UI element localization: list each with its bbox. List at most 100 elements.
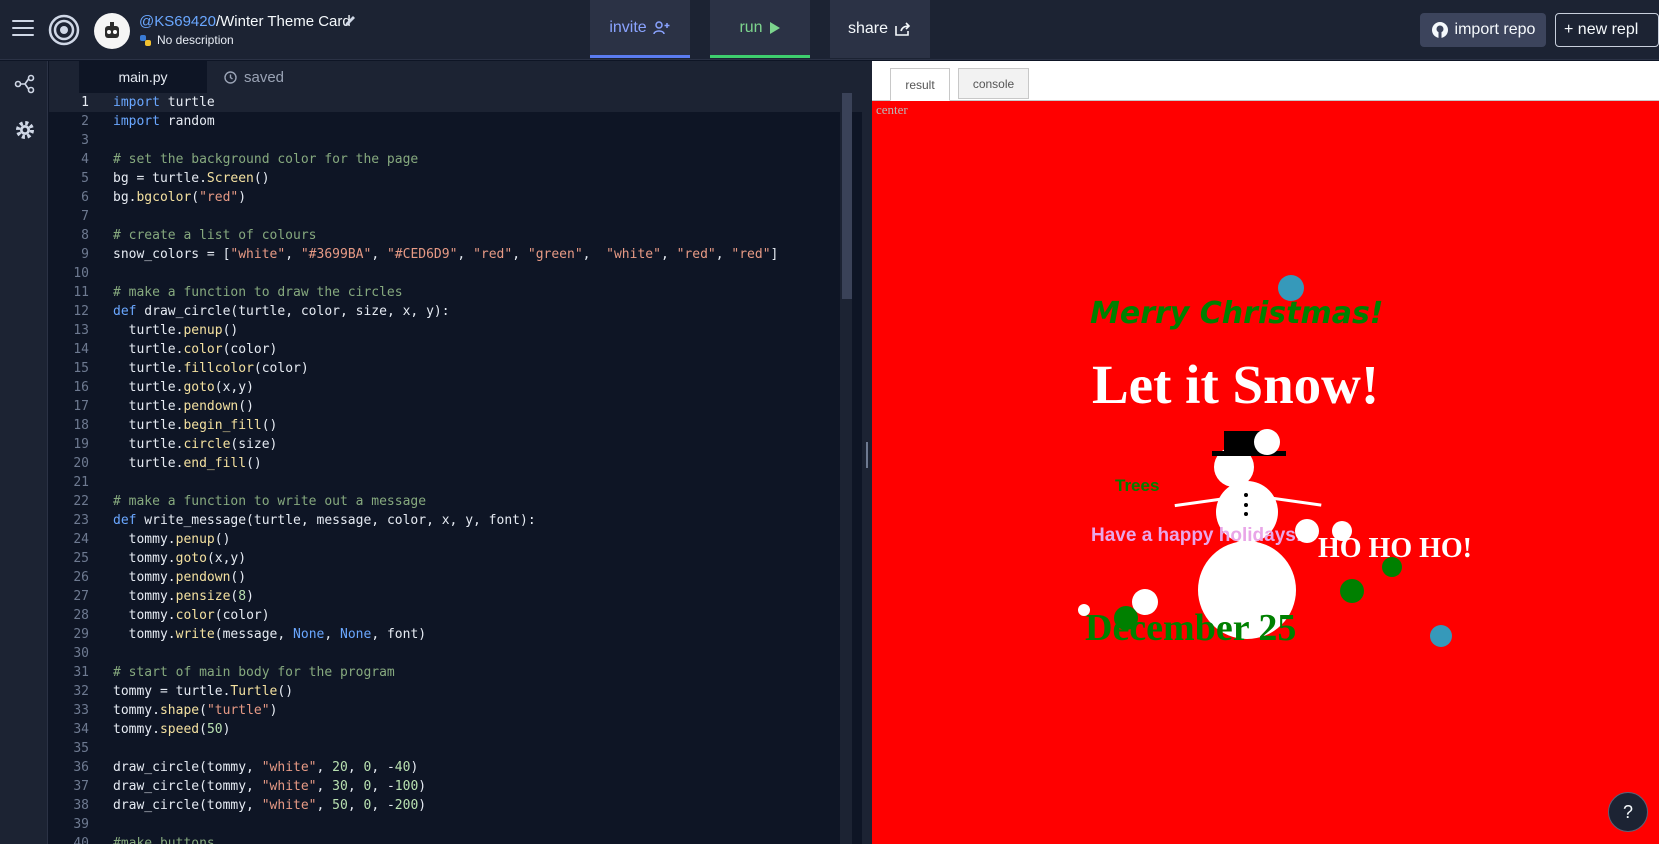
version-control-icon[interactable] bbox=[14, 73, 36, 95]
snowman-button bbox=[1244, 512, 1248, 516]
tab-main-py[interactable]: main.py bbox=[79, 61, 207, 93]
username-link[interactable]: @KS69420 bbox=[139, 13, 216, 30]
snowflake-green bbox=[1382, 557, 1402, 577]
description-text: No description bbox=[157, 33, 234, 47]
code-line[interactable]: 18 turtle.begin_fill() bbox=[49, 416, 862, 435]
replit-logo-icon[interactable] bbox=[48, 14, 80, 46]
code-line[interactable]: 9 snow_colors = ["white", "#3699BA", "#CE… bbox=[49, 245, 862, 264]
code-line[interactable]: 34 tommy.speed(50) bbox=[49, 720, 862, 739]
code-line[interactable]: 19 turtle.circle(size) bbox=[49, 435, 862, 454]
line-text: turtle.end_fill() bbox=[113, 456, 262, 471]
replit-workspace: @KS69420/Winter Theme Card No descriptio… bbox=[0, 0, 1659, 844]
line-number: 25 bbox=[73, 551, 89, 566]
line-number: 39 bbox=[73, 817, 89, 832]
line-text: turtle.begin_fill() bbox=[113, 418, 278, 433]
code-line[interactable]: 17 turtle.pendown() bbox=[49, 397, 862, 416]
code-line[interactable]: 26 tommy.pendown() bbox=[49, 568, 862, 587]
code-editor[interactable]: 1 import turtle 2 import random 3 4 # set the … bbox=[49, 93, 862, 844]
pencil-icon[interactable] bbox=[343, 13, 357, 29]
code-line[interactable]: 1 import turtle bbox=[49, 93, 862, 112]
code-line[interactable]: 25 tommy.goto(x,y) bbox=[49, 549, 862, 568]
code-line[interactable]: 23 def write_message(turtle, message, col… bbox=[49, 511, 862, 530]
code-line[interactable]: 16 turtle.goto(x,y) bbox=[49, 378, 862, 397]
turtle-canvas[interactable]: center Merry Christmas! Let it Snow! Tre… bbox=[872, 101, 1659, 844]
play-icon bbox=[769, 21, 780, 34]
snowflake-white bbox=[1295, 519, 1319, 543]
invite-button[interactable]: invite bbox=[590, 0, 690, 58]
code-line[interactable]: 13 turtle.penup() bbox=[49, 321, 862, 340]
repl-title[interactable]: @KS69420/Winter Theme Card bbox=[139, 13, 351, 30]
line-number: 33 bbox=[73, 703, 89, 718]
saved-status: saved bbox=[223, 61, 284, 93]
code-line[interactable]: 39 bbox=[49, 815, 862, 834]
line-number: 12 bbox=[73, 304, 89, 319]
code-line[interactable]: 11 # make a function to draw the circles bbox=[49, 283, 862, 302]
share-label: share bbox=[847, 20, 889, 37]
code-line[interactable]: 15 turtle.fillcolor(color) bbox=[49, 359, 862, 378]
snowflake-white bbox=[1078, 604, 1090, 616]
code-line[interactable]: 20 turtle.end_fill() bbox=[49, 454, 862, 473]
line-text: draw_circle(tommy, "white", 30, 0, -100) bbox=[113, 779, 427, 794]
code-line[interactable]: 29 tommy.write(message, None, None, font… bbox=[49, 625, 862, 644]
code-line[interactable]: 36 draw_circle(tommy, "white", 20, 0, -40… bbox=[49, 758, 862, 777]
line-text: def write_message(turtle, message, color… bbox=[113, 513, 536, 528]
code-line[interactable]: 33 tommy.shape("turtle") bbox=[49, 701, 862, 720]
snowflake-white bbox=[1254, 429, 1280, 455]
code-line[interactable]: 8 # create a list of colours bbox=[49, 226, 862, 245]
code-line[interactable]: 27 tommy.pensize(8) bbox=[49, 587, 862, 606]
line-number: 16 bbox=[73, 380, 89, 395]
code-line[interactable]: 12 def draw_circle(turtle, color, size, x… bbox=[49, 302, 862, 321]
code-line[interactable]: 22 # make a function to write out a messa… bbox=[49, 492, 862, 511]
editor-scrollbar-thumb[interactable] bbox=[842, 93, 852, 299]
tab-console[interactable]: console bbox=[958, 68, 1029, 99]
line-text: draw_circle(tommy, "white", 50, 0, -200) bbox=[113, 798, 427, 813]
code-line[interactable]: 6 bg.bgcolor("red") bbox=[49, 188, 862, 207]
code-line[interactable]: 2 import random bbox=[49, 112, 862, 131]
center-label: center bbox=[876, 102, 908, 117]
code-line[interactable]: 5 bg = turtle.Screen() bbox=[49, 169, 862, 188]
line-text: # make a function to draw the circles bbox=[113, 285, 403, 300]
code-line[interactable]: 24 tommy.penup() bbox=[49, 530, 862, 549]
code-line[interactable]: 21 bbox=[49, 473, 862, 492]
code-line[interactable]: 38 draw_circle(tommy, "white", 50, 0, -20… bbox=[49, 796, 862, 815]
import-repo-button[interactable]: import repo bbox=[1420, 13, 1546, 47]
run-label: run bbox=[739, 18, 763, 36]
code-line[interactable]: 4 # set the background color for the page bbox=[49, 150, 862, 169]
repl-description[interactable]: No description bbox=[139, 33, 234, 47]
code-line[interactable]: 30 bbox=[49, 644, 862, 663]
line-number: 27 bbox=[73, 589, 89, 604]
share-button[interactable]: share bbox=[830, 0, 930, 58]
code-line[interactable]: 32 tommy = turtle.Turtle() bbox=[49, 682, 862, 701]
help-button[interactable]: ? bbox=[1608, 792, 1648, 832]
code-line[interactable]: 7 bbox=[49, 207, 862, 226]
line-number: 13 bbox=[73, 323, 89, 338]
invite-label: invite bbox=[609, 18, 647, 36]
robot-icon bbox=[105, 22, 119, 38]
code-line[interactable]: 40 #make buttons bbox=[49, 834, 862, 844]
snowflake-blue bbox=[1430, 625, 1452, 647]
code-line[interactable]: 14 turtle.color(color) bbox=[49, 340, 862, 359]
menu-icon[interactable] bbox=[12, 20, 34, 38]
run-button[interactable]: run bbox=[710, 0, 810, 58]
line-text: tommy.speed(50) bbox=[113, 722, 231, 737]
settings-gear-icon[interactable] bbox=[14, 119, 36, 141]
code-line[interactable]: 31 # start of main body for the program bbox=[49, 663, 862, 682]
tab-result[interactable]: result bbox=[890, 68, 950, 101]
line-text: tommy.goto(x,y) bbox=[113, 551, 247, 566]
new-repl-label: + new repl bbox=[1564, 21, 1639, 38]
history-icon[interactable] bbox=[223, 70, 238, 85]
avatar[interactable] bbox=[94, 13, 130, 49]
line-number: 1 bbox=[81, 95, 89, 110]
code-line[interactable]: 10 bbox=[49, 264, 862, 283]
code-line[interactable]: 37 draw_circle(tommy, "white", 30, 0, -10… bbox=[49, 777, 862, 796]
snowflake-green bbox=[1114, 606, 1138, 630]
snowflake-white bbox=[1332, 521, 1352, 541]
splitter-handle[interactable] bbox=[866, 442, 868, 468]
line-number: 23 bbox=[73, 513, 89, 528]
code-line[interactable]: 3 bbox=[49, 131, 862, 150]
line-number: 40 bbox=[73, 836, 89, 844]
new-repl-button[interactable]: + new repl bbox=[1555, 13, 1659, 47]
code-line[interactable]: 28 tommy.color(color) bbox=[49, 606, 862, 625]
line-text: tommy.pendown() bbox=[113, 570, 247, 585]
code-line[interactable]: 35 bbox=[49, 739, 862, 758]
